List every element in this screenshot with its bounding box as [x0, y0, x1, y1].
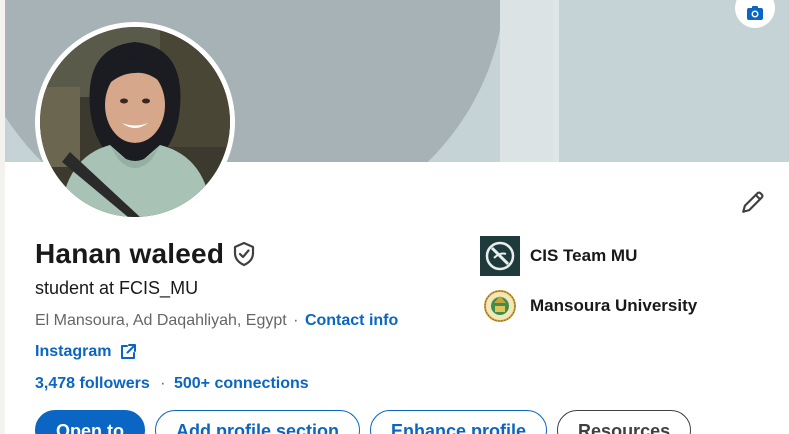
profile-headline: student at FCIS_MU [35, 278, 199, 298]
add-profile-section-button[interactable]: Add profile section [155, 410, 361, 434]
organizations-list: CIS Team MU Mansoura University [480, 236, 697, 336]
enhance-profile-button[interactable]: Enhance profile [370, 410, 548, 434]
pencil-icon [742, 191, 764, 213]
external-link-icon[interactable] [119, 343, 137, 361]
profile-photo-image [40, 27, 230, 217]
banner-stripe-shape [553, 0, 559, 162]
profile-name: Hanan waleed [35, 238, 225, 269]
followers-link[interactable]: 3,478 followers [35, 375, 150, 392]
org-item-mansoura-university[interactable]: Mansoura University [480, 286, 697, 326]
cis-team-logo [480, 236, 520, 276]
name-row: Hanan waleed [35, 238, 256, 270]
resources-button[interactable]: Resources [557, 410, 692, 434]
contact-info-link[interactable]: Contact info [305, 312, 398, 329]
org-name: Mansoura University [530, 296, 698, 315]
edit-intro-button[interactable] [737, 186, 769, 218]
profile-actions: Open to Add profile section Enhance prof… [35, 410, 701, 434]
mansoura-university-seal [480, 286, 520, 326]
camera-icon [747, 6, 763, 20]
org-item-cis-team[interactable]: CIS Team MU [480, 236, 697, 276]
verified-shield-icon[interactable] [232, 241, 256, 267]
location-row: El Mansoura, Ad Daqahliyah, Egypt · Cont… [35, 312, 398, 330]
open-to-button[interactable]: Open to [35, 410, 145, 434]
org-name: CIS Team MU [530, 246, 638, 265]
website-row: Instagram [35, 343, 137, 361]
network-stats: 3,478 followers · 500+ connections [35, 375, 309, 393]
profile-location: El Mansoura, Ad Daqahliyah, Egypt [35, 312, 287, 329]
instagram-link[interactable]: Instagram [35, 343, 111, 361]
profile-photo[interactable] [35, 22, 235, 222]
banner-band-shape [500, 0, 553, 162]
profile-card: Hanan waleed student at FCIS_MU El Manso… [5, 0, 789, 434]
stats-separator: · [160, 375, 166, 392]
connections-link[interactable]: 500+ connections [174, 375, 309, 392]
location-separator: · [293, 312, 299, 329]
